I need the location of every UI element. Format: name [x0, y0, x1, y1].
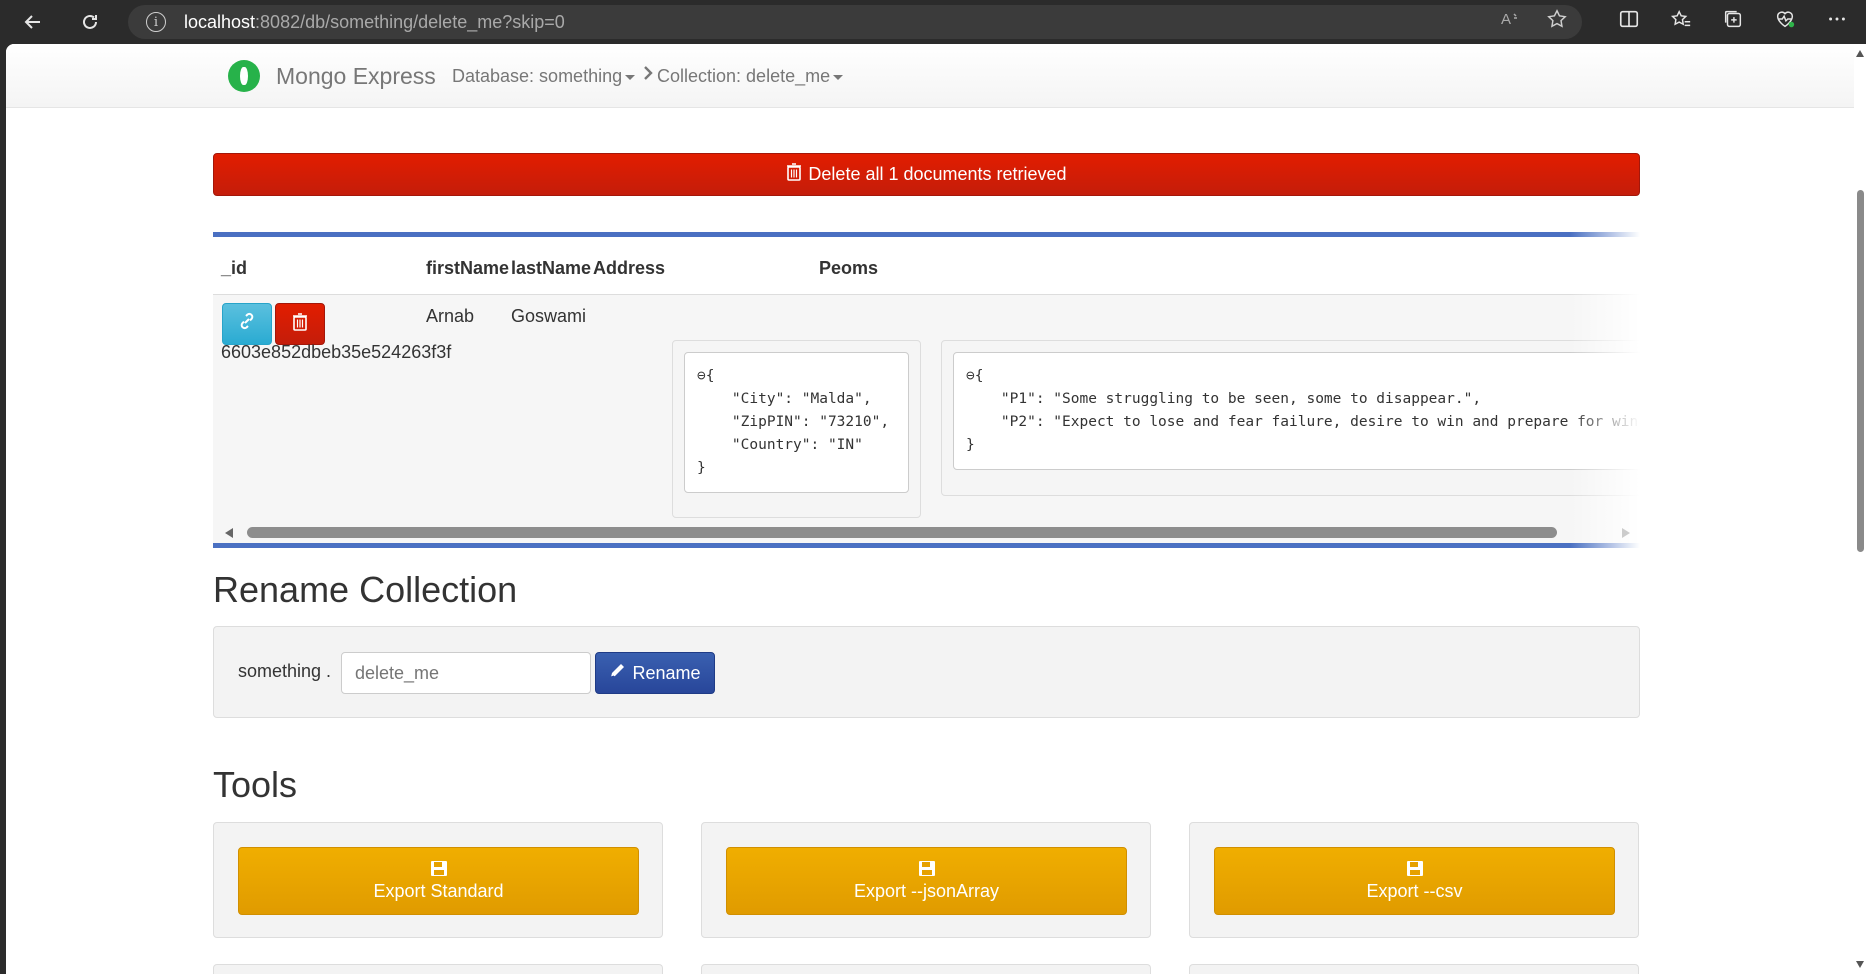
- trash-icon: [292, 312, 308, 336]
- view-document-button[interactable]: [222, 303, 272, 345]
- delete-all-label: Delete all 1 documents retrieved: [808, 164, 1067, 184]
- delete-all-button[interactable]: Delete all 1 documents retrieved: [213, 153, 1640, 196]
- export-standard-label: Export Standard: [373, 881, 504, 901]
- site-info-icon[interactable]: i: [146, 12, 166, 32]
- scroll-left-icon[interactable]: [225, 528, 233, 538]
- database-prefix-label: something .: [238, 661, 332, 681]
- collection-dropdown[interactable]: Collection: delete_me: [657, 66, 844, 87]
- back-icon[interactable]: [16, 5, 50, 39]
- trash-icon: [786, 163, 802, 186]
- caret-down-icon: [833, 74, 844, 80]
- split-screen-icon[interactable]: [1618, 8, 1640, 36]
- save-icon: [1406, 860, 1424, 877]
- refresh-icon[interactable]: [73, 5, 107, 39]
- column-header-address[interactable]: Address: [593, 258, 665, 279]
- column-header-peoms[interactable]: Peoms: [819, 258, 878, 279]
- table-top-border: [213, 232, 1640, 237]
- horizontal-scrollbar[interactable]: [213, 526, 1640, 540]
- documents-table: _id firstName lastName Address Peoms 660…: [213, 232, 1640, 552]
- collection-name-input[interactable]: [341, 652, 591, 694]
- cell-lastname: Goswami: [511, 306, 587, 326]
- table-bottom-border: [213, 543, 1640, 548]
- save-icon: [918, 860, 936, 877]
- rename-collection-heading: Rename Collection: [213, 569, 518, 610]
- rename-button[interactable]: Rename: [595, 652, 715, 694]
- save-icon: [430, 860, 448, 877]
- tool-panel-partial: [701, 964, 1151, 974]
- address-json: ⊖{ "City": "Malda", "ZipPIN": "73210", "…: [684, 352, 909, 493]
- scroll-right-icon[interactable]: [1622, 528, 1630, 538]
- favorites-icon[interactable]: [1670, 8, 1692, 36]
- svg-text:A: A: [1501, 11, 1511, 28]
- database-dropdown[interactable]: Database: something: [452, 66, 636, 87]
- url-text: localhost:8082/db/something/delete_me?sk…: [184, 11, 565, 32]
- brand-name: Mongo Express: [276, 62, 436, 89]
- page-viewport: Mongo Express Database: something Collec…: [6, 44, 1854, 974]
- cell-firstname: Arnab: [426, 306, 475, 326]
- link-icon: [237, 311, 257, 337]
- tool-panel: Export --jsonArray: [701, 822, 1151, 938]
- export-jsonarray-button[interactable]: Export --jsonArray: [726, 847, 1127, 915]
- browser-toolbar: i localhost:8082/db/something/delete_me?…: [0, 0, 1866, 44]
- column-header-lastname[interactable]: lastName: [511, 258, 591, 279]
- top-navbar: Mongo Express Database: something Collec…: [6, 44, 1854, 108]
- horizontal-scroll-thumb[interactable]: [247, 527, 1557, 538]
- chevron-right-icon: [642, 65, 654, 86]
- brand[interactable]: Mongo Express: [228, 60, 436, 92]
- browser-essentials-icon[interactable]: [1774, 8, 1796, 36]
- rename-form: something . Rename: [213, 626, 1640, 718]
- scroll-up-icon[interactable]: [1856, 50, 1864, 57]
- tool-panel: Export --csv: [1189, 822, 1639, 938]
- more-menu-icon[interactable]: [1826, 8, 1848, 36]
- delete-document-button[interactable]: [275, 303, 325, 345]
- tool-panel: Export Standard: [213, 822, 663, 938]
- export-csv-button[interactable]: Export --csv: [1214, 847, 1615, 915]
- rename-button-label: Rename: [632, 662, 701, 683]
- tool-panel-partial: [213, 964, 663, 974]
- favorite-star-icon[interactable]: [1546, 8, 1568, 36]
- pencil-icon: [609, 662, 626, 684]
- export-csv-label: Export --csv: [1366, 881, 1463, 901]
- collections-icon[interactable]: [1722, 8, 1744, 36]
- vertical-scrollbar[interactable]: [1854, 44, 1866, 974]
- vertical-scroll-thumb[interactable]: [1857, 190, 1864, 552]
- peoms-json: ⊖{ "P1": "Some struggling to be seen, so…: [953, 352, 1640, 470]
- mongo-leaf-logo-icon: [228, 60, 260, 92]
- tool-panel-partial: [1189, 964, 1639, 974]
- column-header-id[interactable]: _id: [221, 258, 247, 279]
- scroll-down-icon[interactable]: [1856, 961, 1864, 968]
- document-id: 6603e852dbeb35e524263f3f: [221, 342, 452, 362]
- export-standard-button[interactable]: Export Standard: [238, 847, 639, 915]
- address-bar[interactable]: i localhost:8082/db/something/delete_me?…: [128, 5, 1582, 39]
- tools-heading: Tools: [213, 764, 298, 805]
- column-header-firstname[interactable]: firstName: [426, 258, 509, 279]
- export-jsonarray-label: Export --jsonArray: [853, 881, 1000, 901]
- read-aloud-icon[interactable]: A: [1500, 8, 1520, 36]
- caret-down-icon: [625, 74, 636, 80]
